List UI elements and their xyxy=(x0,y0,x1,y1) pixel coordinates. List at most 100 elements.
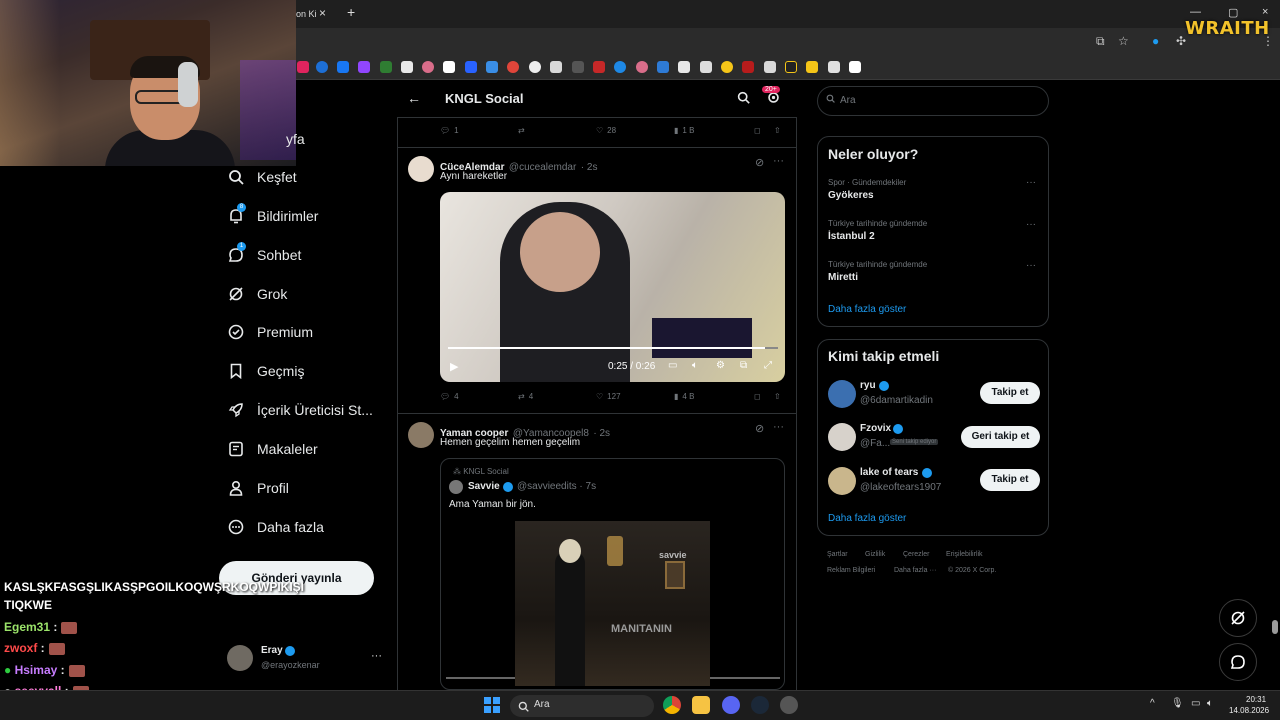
back-arrow-icon[interactable]: ← xyxy=(407,90,421,106)
nav-articles[interactable]: Makaleler xyxy=(228,434,318,464)
tweet-more-icon[interactable]: ··· xyxy=(773,155,784,167)
video-player[interactable]: ▶ 0:25 / 0:26 ▭ 🔈︎ ⚙ ⧉ ⤢ xyxy=(440,192,785,382)
bookmark-button[interactable]: ◻ xyxy=(754,126,761,135)
trend-more-icon[interactable]: ··· xyxy=(1026,177,1036,188)
tray-chevron-icon[interactable]: ^ xyxy=(1150,698,1155,709)
bookmark-icon[interactable] xyxy=(614,61,626,73)
bookmark-icon[interactable] xyxy=(572,61,584,73)
bookmark-icon[interactable] xyxy=(337,61,349,73)
show-more-link[interactable]: Daha fazla göster xyxy=(828,513,906,524)
app-icon[interactable] xyxy=(780,696,798,714)
suggested-user-name[interactable]: ryu xyxy=(860,380,876,391)
share-button[interactable]: ⇧ xyxy=(774,392,781,401)
bookmark-icon[interactable] xyxy=(443,61,455,73)
nav-chat[interactable]: 1 Sohbet xyxy=(228,240,301,270)
footer-link[interactable]: Daha fazla ··· xyxy=(894,567,936,574)
like-button[interactable]: ♡ 28 xyxy=(596,126,616,135)
captions-icon[interactable]: ▭ xyxy=(668,360,677,371)
trend-more-icon[interactable]: ··· xyxy=(1026,260,1036,271)
play-icon[interactable]: ▶ xyxy=(450,360,458,373)
bookmark-icon[interactable] xyxy=(358,61,370,73)
video-progress-bar[interactable] xyxy=(448,347,778,349)
bookmark-icon[interactable] xyxy=(764,61,776,73)
tweet-more-icon[interactable]: ··· xyxy=(773,421,784,433)
bookmark-icon[interactable] xyxy=(742,61,754,73)
follow-back-button[interactable]: Geri takip et xyxy=(961,426,1040,448)
bookmark-icon[interactable] xyxy=(401,61,413,73)
bookmark-icon[interactable] xyxy=(785,61,797,73)
reply-button[interactable]: 💬︎ 1 xyxy=(440,126,459,135)
bookmark-icon[interactable] xyxy=(422,61,434,73)
volume-icon[interactable]: 🔈︎ xyxy=(1207,698,1213,709)
quoted-media[interactable]: savvie MANITANIN xyxy=(515,521,710,686)
trend-item[interactable]: İstanbul 2 xyxy=(828,231,875,242)
steam-icon[interactable] xyxy=(751,696,769,714)
bookmark-icon[interactable] xyxy=(297,61,309,73)
bookmark-icon[interactable] xyxy=(380,61,392,73)
nav-creator-studio[interactable]: İçerik Üreticisi St... xyxy=(228,395,373,425)
chat-fab-button[interactable] xyxy=(1219,643,1257,681)
avatar[interactable] xyxy=(828,467,856,495)
views-button[interactable]: ▮ 4 B xyxy=(674,392,694,401)
trend-item[interactable]: Gyökeres xyxy=(828,190,874,201)
grok-fab-button[interactable] xyxy=(1219,599,1257,637)
grok-icon[interactable]: ⊘ xyxy=(755,422,764,435)
taskbar-search[interactable]: Ara xyxy=(510,695,654,717)
footer-link[interactable]: Şartlar xyxy=(827,551,848,558)
share-button[interactable]: ⇧ xyxy=(774,126,781,135)
windows-start-icon[interactable] xyxy=(484,697,500,718)
search-icon[interactable] xyxy=(737,91,750,109)
avatar[interactable] xyxy=(408,422,434,448)
avatar[interactable] xyxy=(828,380,856,408)
scrollbar-thumb[interactable] xyxy=(1272,620,1278,634)
bookmark-icon[interactable] xyxy=(486,61,498,73)
clock-time[interactable]: 20:31 xyxy=(1246,695,1266,704)
bookmark-icon[interactable] xyxy=(593,61,605,73)
close-window-button[interactable]: × xyxy=(1262,6,1268,18)
bookmark-icon[interactable] xyxy=(529,61,541,73)
microphone-icon[interactable]: 🎙︎ xyxy=(1171,698,1184,709)
footer-link[interactable]: Reklam Bilgileri xyxy=(827,567,875,574)
star-bookmark-icon[interactable]: ☆ xyxy=(1118,34,1129,48)
bookmark-icon[interactable] xyxy=(507,61,519,73)
retweet-button[interactable]: ⇄ xyxy=(518,126,525,135)
avatar[interactable] xyxy=(828,423,856,451)
bookmark-icon[interactable] xyxy=(316,61,328,73)
footer-link[interactable]: Gizlilik xyxy=(865,551,885,558)
suggested-user-name[interactable]: lake of tears xyxy=(860,467,918,478)
footer-link[interactable]: Çerezler xyxy=(903,551,929,558)
bookmark-icon[interactable] xyxy=(721,61,733,73)
follow-button[interactable]: Takip et xyxy=(980,469,1040,491)
nav-home[interactable]: yfa xyxy=(286,124,305,154)
install-app-icon[interactable]: ⧉ xyxy=(1096,34,1105,49)
bookmark-icon[interactable] xyxy=(849,61,861,73)
nav-more[interactable]: Daha fazla xyxy=(228,512,324,542)
account-more-icon[interactable]: ··· xyxy=(371,650,382,662)
new-tab-button[interactable]: + xyxy=(347,4,355,20)
search-input[interactable]: Ara xyxy=(817,86,1049,116)
file-explorer-icon[interactable] xyxy=(692,696,710,714)
clock-date[interactable]: 14.08.2026 xyxy=(1229,706,1269,715)
bookmark-icon[interactable] xyxy=(636,61,648,73)
footer-link[interactable]: Erişilebilirlik xyxy=(946,551,983,558)
reply-button[interactable]: 💬︎ 4 xyxy=(440,392,459,401)
nav-grok[interactable]: Grok xyxy=(228,279,287,309)
minimize-button[interactable]: — xyxy=(1190,6,1201,18)
settings-gear-icon[interactable]: ⚙ xyxy=(716,360,725,371)
show-more-link[interactable]: Daha fazla göster xyxy=(828,304,906,315)
chrome-icon[interactable] xyxy=(663,696,681,714)
like-button[interactable]: ♡ 127 xyxy=(596,392,621,401)
nav-bookmarks[interactable]: Geçmiş xyxy=(228,356,304,386)
bookmark-icon[interactable] xyxy=(550,61,562,73)
pip-icon[interactable]: ⧉ xyxy=(740,360,747,371)
retweet-button[interactable]: ⇄ 4 xyxy=(518,392,533,401)
bookmark-button[interactable]: ◻ xyxy=(754,392,761,401)
bookmark-icon[interactable] xyxy=(828,61,840,73)
extension-icon[interactable]: ● xyxy=(1152,34,1159,48)
grok-icon[interactable]: ⊘ xyxy=(755,156,764,169)
views-button[interactable]: ▮ 1 B xyxy=(674,126,694,135)
fullscreen-icon[interactable]: ⤢ xyxy=(764,360,772,371)
network-icon[interactable]: ▭ xyxy=(1191,698,1200,709)
bookmark-icon[interactable] xyxy=(700,61,712,73)
nav-notifications[interactable]: 8 Bildirimler xyxy=(228,201,318,231)
